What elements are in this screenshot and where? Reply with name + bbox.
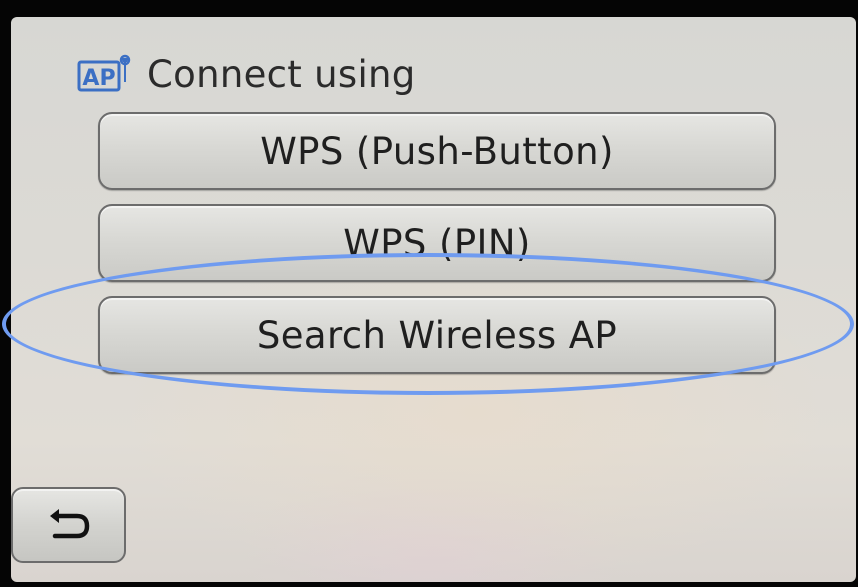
ap-settings-icon: AP xyxy=(77,54,131,92)
wps-pin-option[interactable]: WPS (PIN) xyxy=(98,204,776,282)
back-button[interactable] xyxy=(11,487,126,563)
search-wireless-ap-option[interactable]: Search Wireless AP xyxy=(98,296,776,374)
device-bezel: AP Connect using WPS (Push-Button) WPS (… xyxy=(0,0,858,587)
screen-header: AP Connect using xyxy=(77,49,416,99)
printer-lcd-screen: AP Connect using WPS (Push-Button) WPS (… xyxy=(11,17,856,582)
wps-push-button-option[interactable]: WPS (Push-Button) xyxy=(98,112,776,190)
back-arrow-icon xyxy=(49,509,89,539)
page-title: Connect using xyxy=(147,52,416,96)
ap-icon-text: AP xyxy=(82,66,115,91)
